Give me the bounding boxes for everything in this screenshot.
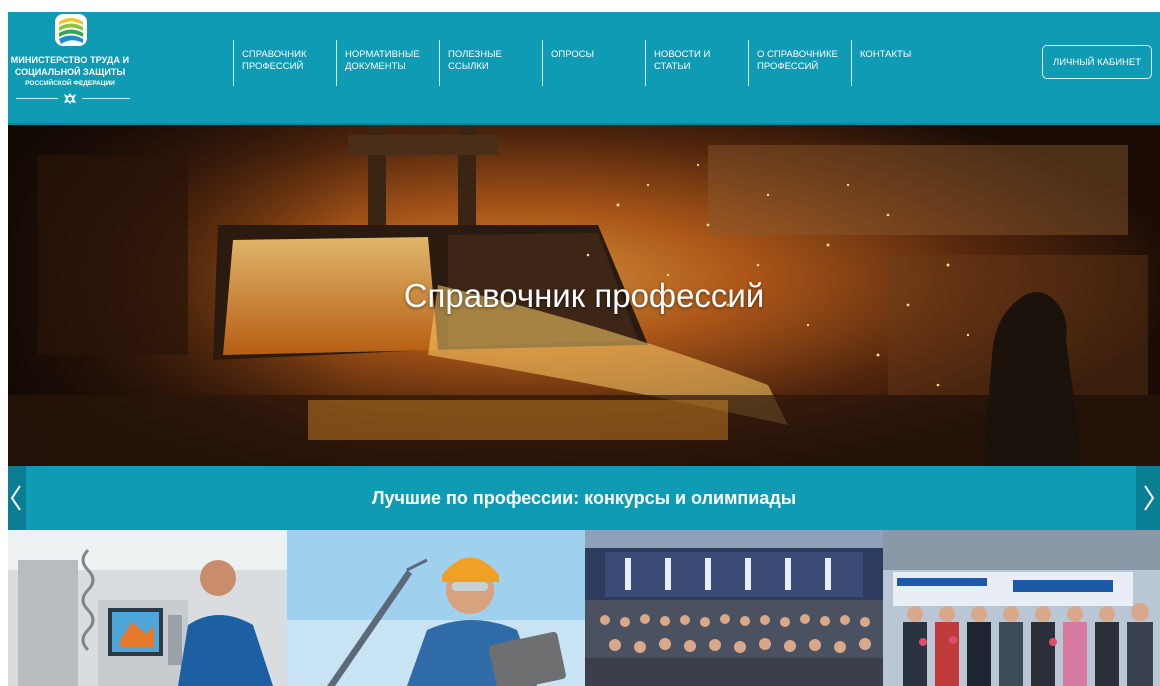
nav-item-about[interactable]: О СПРАВОЧНИКЕ ПРОФЕССИЙ	[748, 40, 851, 86]
logo-title-line2: СОЦИАЛЬНОЙ ЗАЩИТЫ	[14, 67, 126, 77]
thumbnail-awards[interactable]	[883, 530, 1160, 686]
site-header: МИНИСТЕРСТВО ТРУДА И СОЦИАЛЬНОЙ ЗАЩИТЫ Р…	[8, 12, 1160, 125]
thumbnail-engineer[interactable]	[287, 530, 585, 686]
hero-title: Справочник профессий	[403, 277, 765, 314]
banner-title: Лучшие по профессии: конкурсы и олимпиад…	[371, 488, 797, 508]
logo-title-line1: МИНИСТЕРСТВО ТРУДА И	[10, 55, 130, 65]
awards-photo	[883, 530, 1160, 686]
operator-photo	[8, 530, 287, 686]
logo-divider-right	[82, 98, 130, 99]
thumbnail-audience[interactable]	[585, 530, 883, 686]
logo-divider-left	[16, 98, 58, 99]
thumbnail-operator[interactable]	[8, 530, 287, 686]
ministry-emblem-icon	[55, 14, 87, 46]
double-headed-eagle-icon	[64, 93, 76, 105]
nav-item-surveys[interactable]: ОПРОСЫ	[542, 40, 645, 86]
nav-item-news[interactable]: НОВОСТИ И СТАТЬИ	[645, 40, 748, 86]
personal-account-button[interactable]: ЛИЧНЫЙ КАБИНЕТ	[1042, 45, 1152, 79]
hero-banner: Справочник профессий	[8, 125, 1160, 466]
logo-title-line3: РОССИЙСКОЙ ФЕДЕРАЦИИ	[25, 80, 115, 87]
nav-item-documents[interactable]: НОРМАТИВНЫЕ ДОКУМЕНТЫ	[336, 40, 439, 86]
section-banner: Лучшие по профессии: конкурсы и олимпиад…	[8, 466, 1160, 530]
nav-item-professions[interactable]: СПРАВОЧНИК ПРОФЕССИЙ	[233, 40, 336, 86]
carousel-next-button[interactable]	[1136, 466, 1160, 530]
carousel-thumbnails	[8, 530, 1160, 686]
ministry-logo[interactable]: МИНИСТЕРСТВО ТРУДА И СОЦИАЛЬНОЙ ЗАЩИТЫ Р…	[8, 12, 138, 112]
nav-item-contacts[interactable]: КОНТАКТЫ	[851, 40, 954, 86]
audience-photo	[585, 530, 883, 686]
engineer-photo	[287, 530, 585, 686]
page: МИНИСТЕРСТВО ТРУДА И СОЦИАЛЬНОЙ ЗАЩИТЫ Р…	[8, 12, 1160, 686]
chevron-right-icon	[1144, 485, 1155, 511]
nav-item-links[interactable]: ПОЛЕЗНЫЕ ССЫЛКИ	[439, 40, 542, 86]
